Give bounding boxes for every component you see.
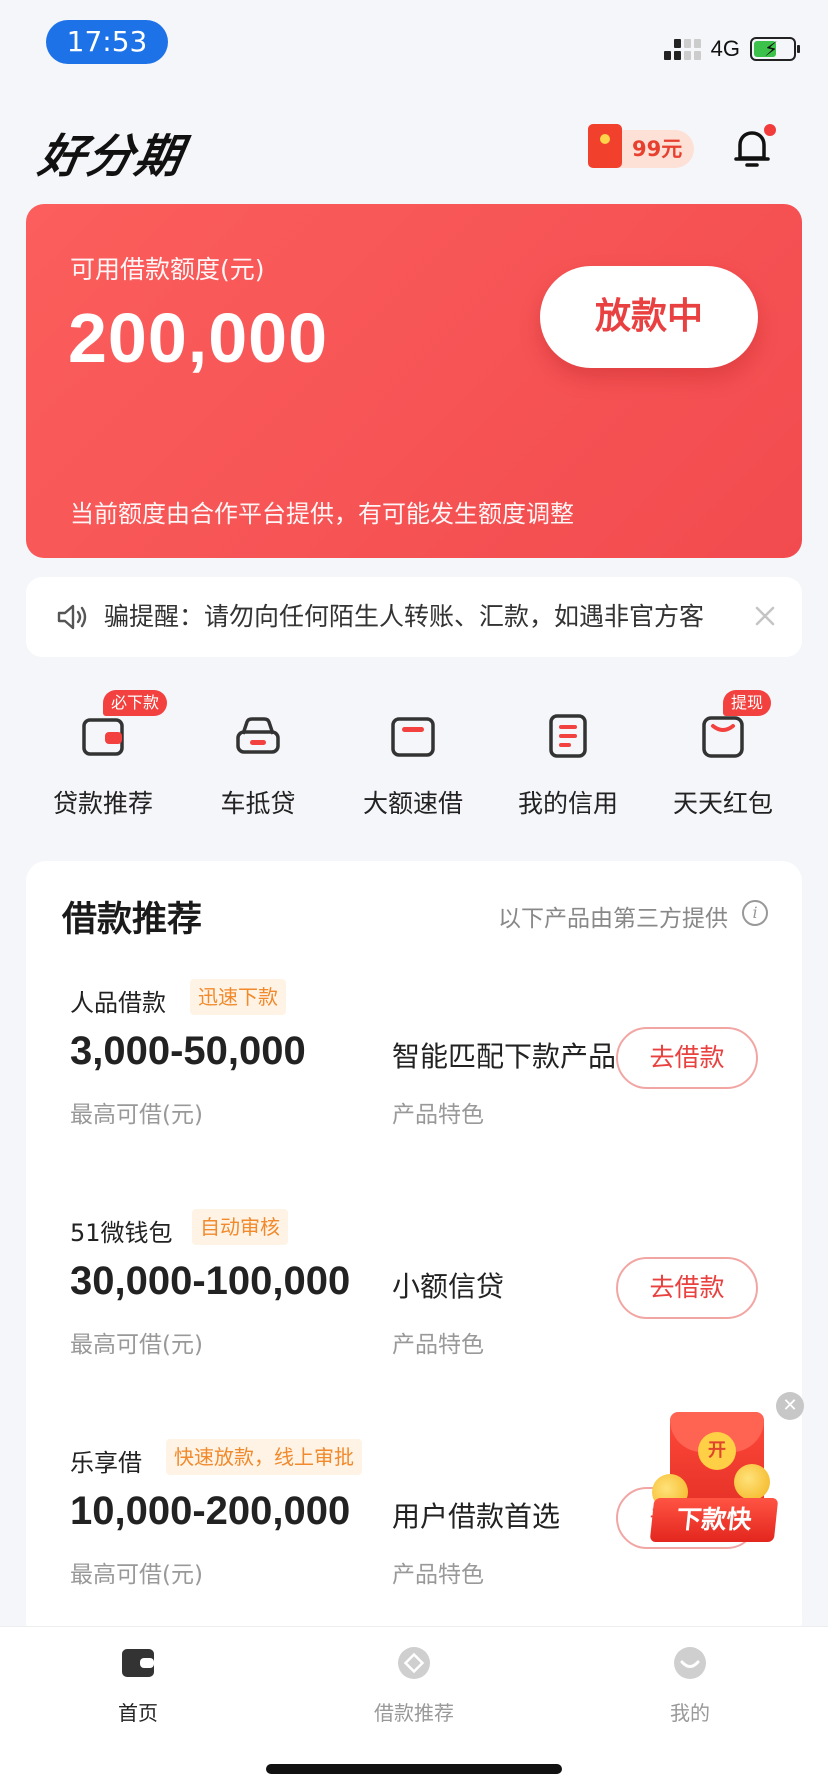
credit-limit-note: 当前额度由合作平台提供，有可能发生额度调整: [70, 500, 574, 528]
signal-icon: [663, 38, 701, 60]
battery-icon: ⚡: [750, 37, 800, 61]
bag-icon: [702, 716, 744, 758]
credit-limit-card: 可用借款额度(元) 200,000 放款中 当前额度由合作平台提供，有可能发生额…: [26, 204, 802, 558]
smile-icon: [674, 1647, 706, 1679]
tab-loan-recommend[interactable]: 借款推荐: [334, 1639, 494, 1739]
product-range: 30,000-100,000: [70, 1259, 351, 1303]
product-feature: 用户借款首选: [392, 1500, 561, 1533]
product-range-label: 最高可借(元): [70, 1102, 203, 1128]
quick-nav-label: 车抵贷: [220, 789, 296, 818]
status-indicators: 4G ⚡: [663, 36, 800, 62]
open-badge: 开: [698, 1432, 736, 1470]
product-feature-label: 产品特色: [392, 1332, 484, 1358]
quick-nav-badge: 提现: [723, 690, 772, 716]
speaker-icon: [57, 604, 87, 630]
apply-loan-button[interactable]: 去借款: [616, 1027, 758, 1089]
quick-nav-loan-recommend[interactable]: 必下款 贷款推荐: [25, 690, 181, 820]
floating-promo[interactable]: 开 下款快 ✕: [649, 1390, 804, 1560]
app-header: 好分期 99元: [0, 100, 828, 200]
product-range: 3,000-50,000: [70, 1029, 306, 1073]
fraud-notice-bar[interactable]: 骗提醒：请勿向任何陌生人转账、汇款，如遇非官方客: [26, 577, 802, 657]
tab-label: 首页: [118, 1701, 158, 1725]
credit-limit-label: 可用借款额度(元): [70, 255, 265, 284]
product-feature: 智能匹配下款产品: [392, 1040, 617, 1073]
redpack-amount: 99元: [632, 137, 683, 161]
apply-loan-button[interactable]: 去借款: [616, 1257, 758, 1319]
section-title: 借款推荐: [62, 900, 203, 940]
tab-home[interactable]: 首页: [58, 1639, 218, 1739]
notification-dot: [764, 124, 776, 136]
app-logo: 好分期: [34, 130, 189, 182]
product-row: 51微钱包 自动审核 30,000-100,000 最高可借(元) 小额信贷 产…: [26, 1201, 802, 1401]
product-row: 人品借款 迅速下款 3,000-50,000 最高可借(元) 智能匹配下款产品 …: [26, 971, 802, 1171]
document-icon: [549, 714, 587, 758]
product-feature-label: 产品特色: [392, 1562, 484, 1588]
quick-nav-label: 大额速借: [362, 789, 463, 818]
product-tag: 快速放款，线上审批: [166, 1439, 362, 1475]
quick-nav-car-loan[interactable]: 车抵贷: [180, 690, 336, 820]
quick-nav-my-credit[interactable]: 我的信用: [490, 690, 646, 820]
home-indicator: [266, 1764, 562, 1774]
tab-label: 借款推荐: [374, 1701, 454, 1725]
tab-mine[interactable]: 我的: [610, 1639, 770, 1739]
promo-close-icon[interactable]: ✕: [776, 1392, 804, 1420]
quick-nav-label: 贷款推荐: [52, 789, 153, 818]
red-envelope-icon: [588, 124, 622, 168]
fraud-notice-text: 骗提醒：请勿向任何陌生人转账、汇款，如遇非官方客: [104, 602, 705, 631]
coin-icon: [398, 1647, 430, 1679]
redpack-button[interactable]: 99元: [588, 124, 694, 168]
product-name: 人品借款: [70, 989, 166, 1017]
status-time: 17:53: [46, 20, 168, 64]
product-feature-label: 产品特色: [392, 1102, 484, 1128]
loan-wallet-icon: [82, 718, 124, 756]
product-tag: 自动审核: [192, 1209, 288, 1245]
card-icon: [391, 717, 435, 757]
wallet-icon: [122, 1649, 154, 1677]
credit-limit-amount: 200,000: [68, 299, 329, 377]
status-bar: 17:53 4G ⚡: [0, 0, 828, 80]
quick-nav: 必下款 贷款推荐 车抵贷 大额速借 我的信用 提现 天天红包: [0, 690, 828, 830]
notice-close-icon[interactable]: [754, 605, 776, 627]
product-range-label: 最高可借(元): [70, 1562, 203, 1588]
tab-label: 我的: [670, 1701, 710, 1725]
quick-nav-badge: 必下款: [103, 690, 168, 716]
network-type: 4G: [710, 36, 740, 61]
quick-nav-label: 我的信用: [517, 789, 618, 818]
product-range: 10,000-200,000: [70, 1489, 351, 1533]
promo-ribbon: 下款快: [649, 1498, 779, 1542]
gold-coin-icon: [734, 1464, 770, 1500]
quick-nav-daily-redpack[interactable]: 提现 天天红包: [645, 690, 801, 820]
car-icon: [236, 717, 280, 754]
product-tag: 迅速下款: [190, 979, 286, 1015]
notification-button[interactable]: [732, 124, 776, 170]
quick-nav-label: 天天红包: [672, 789, 773, 818]
product-name: 乐享借: [70, 1449, 142, 1477]
product-range-label: 最高可借(元): [70, 1332, 203, 1358]
info-icon[interactable]: i: [742, 900, 768, 926]
quick-nav-big-loan[interactable]: 大额速借: [335, 690, 491, 820]
product-name: 51微钱包: [70, 1219, 173, 1247]
disbursing-button[interactable]: 放款中: [540, 266, 758, 368]
charging-bolt-icon: ⚡: [764, 37, 779, 61]
third-party-note: 以下产品由第三方提供: [498, 906, 728, 932]
product-feature: 小额信贷: [392, 1270, 505, 1303]
